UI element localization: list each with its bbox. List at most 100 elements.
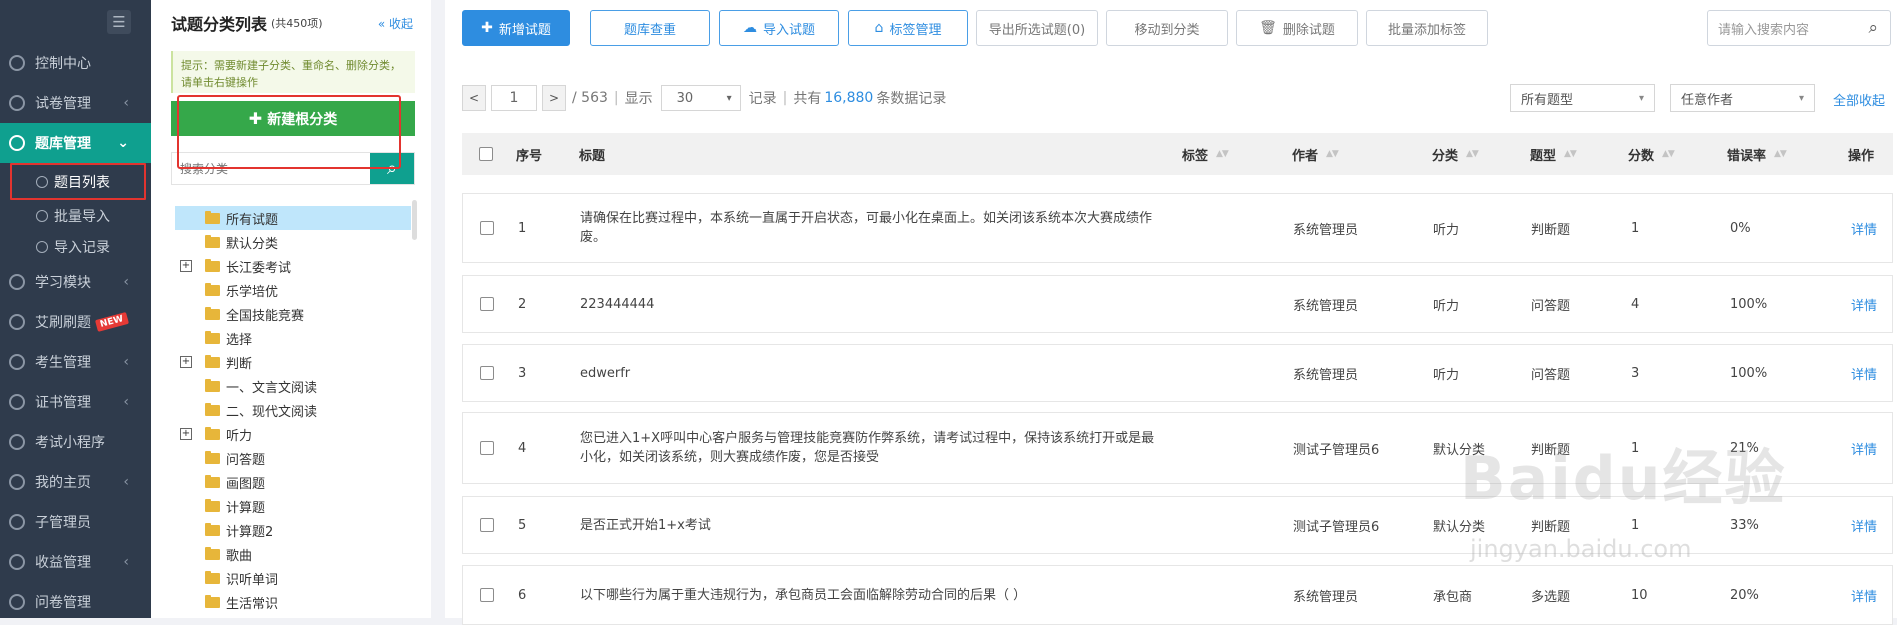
expand-icon[interactable]: + <box>180 260 192 272</box>
tree-node[interactable]: 计算题 <box>175 494 411 518</box>
col-score[interactable]: 分数 ▲▼ <box>1628 133 1675 175</box>
tree-node[interactable]: 默认分类 <box>175 230 411 254</box>
table-row[interactable]: 6 以下哪些行为属于重大违规行为，承包商员工会面临解除劳动合同的后果（ ） 系统管理… <box>462 565 1893 625</box>
expand-icon[interactable]: + <box>180 428 192 440</box>
tree-node[interactable]: 全国技能竞赛 <box>175 302 411 326</box>
col-op: 操作 <box>1848 148 1875 164</box>
tree-node[interactable]: 生活常识 <box>175 590 411 614</box>
page-input[interactable]: 1 <box>491 85 537 111</box>
row-checkbox[interactable] <box>480 518 494 532</box>
sidebar-subitem[interactable]: 批量导入 <box>0 200 151 231</box>
sidebar-subitem[interactable]: 题目列表 <box>10 163 146 200</box>
tree-node[interactable]: 选择 <box>175 326 411 350</box>
sidebar-item[interactable]: 试卷管理 ‹ <box>0 83 151 123</box>
next-page-button[interactable]: > <box>542 85 566 111</box>
collapse-all-link[interactable]: 全部收起 <box>1833 90 1885 109</box>
new-badge: NEW <box>94 312 129 332</box>
nav-icon <box>9 274 25 290</box>
subitem-icon <box>36 175 48 188</box>
row-checkbox[interactable] <box>480 221 494 235</box>
sidebar-item[interactable]: 考生管理 ‹ <box>0 342 151 382</box>
details-link[interactable]: 详情 <box>1851 194 1877 262</box>
details-link[interactable]: 详情 <box>1851 413 1877 483</box>
sidebar-item[interactable]: 证书管理 ‹ <box>0 382 151 422</box>
row-checkbox[interactable] <box>480 441 494 455</box>
col-tag[interactable]: 标签 ▲▼ <box>1182 133 1229 175</box>
nav-icon <box>9 394 25 410</box>
tree-node[interactable]: 所有试题 <box>175 206 411 230</box>
sidebar-item[interactable]: 子管理员 <box>0 502 151 542</box>
col-error-rate[interactable]: 错误率 ▲▼ <box>1727 133 1787 175</box>
nav-icon <box>9 434 25 450</box>
tree-node[interactable]: + 判断 <box>175 350 411 374</box>
sidebar-item[interactable]: 问卷管理 <box>0 582 151 622</box>
cell-no: 5 <box>518 517 527 533</box>
tree-node[interactable]: 歌曲 <box>175 542 411 566</box>
sidebar-item[interactable]: 学习模块 ‹ <box>0 262 151 302</box>
menu-icon[interactable]: ☰ <box>107 9 131 34</box>
search-icon[interactable]: ⌕ <box>1868 18 1878 38</box>
dedupe-button[interactable]: 题库查重 <box>590 10 710 46</box>
author-filter[interactable]: 任意作者 ▾ <box>1670 84 1815 112</box>
select-all-checkbox[interactable] <box>479 147 493 161</box>
row-checkbox[interactable] <box>480 366 494 380</box>
table-row[interactable]: 4 您已进入1+X呼叫中心客户服务与管理技能竞赛防作弊系统，请考试过程中，保持该系… <box>462 412 1893 484</box>
table-row[interactable]: 1 请确保在比赛过程中，本系统一直属于开启状态，可最小化在桌面上。如关闭该系统本次… <box>462 193 1893 263</box>
sidebar-item[interactable]: 控制中心 <box>0 43 151 83</box>
chevron-down-icon: ▾ <box>1798 92 1804 104</box>
details-link[interactable]: 详情 <box>1851 497 1877 553</box>
details-link[interactable]: 详情 <box>1851 566 1877 624</box>
tree-node[interactable]: 乐学培优 <box>175 278 411 302</box>
move-to-category-button[interactable]: 移动到分类 <box>1106 10 1228 46</box>
add-question-button[interactable]: ✚ 新增试题 <box>462 10 570 46</box>
question-type-filter[interactable]: 所有题型 ▾ <box>1510 84 1655 112</box>
tree-node[interactable]: 计算题2 <box>175 518 411 542</box>
collapse-panel-link[interactable]: « 收起 <box>378 15 413 32</box>
tree-node[interactable]: 画图题 <box>175 470 411 494</box>
cell-score: 1 <box>1631 220 1640 236</box>
nav-icon <box>9 474 25 490</box>
col-category[interactable]: 分类 ▲▼ <box>1432 133 1479 175</box>
table-row[interactable]: 5 是否正式开始1+x考试 测试子管理员6 默认分类 判断题 1 33% 详情 <box>462 496 1893 554</box>
cell-category: 默认分类 <box>1433 519 1486 535</box>
tree-node[interactable]: 识听单词 <box>175 566 411 590</box>
expand-icon[interactable]: + <box>180 356 192 368</box>
sidebar-item[interactable]: 我的主页 ‹ <box>0 462 151 502</box>
trash-icon: 🗑 <box>1259 20 1277 36</box>
import-questions-button[interactable]: ☁ 导入试题 <box>719 10 839 46</box>
batch-add-tags-button[interactable]: 批量添加标签 <box>1366 10 1488 46</box>
sidebar-item[interactable]: 艾刷刷题 NEW <box>0 302 151 342</box>
row-checkbox[interactable] <box>480 297 494 311</box>
tree-node[interactable]: + 长江委考试 <box>175 254 411 278</box>
page-size-select[interactable]: 30 ▾ <box>660 85 741 111</box>
tag-management-button[interactable]: ⌂ 标签管理 <box>848 10 968 46</box>
sidebar-item[interactable]: 收益管理 ‹ <box>0 542 151 582</box>
tree-scrollbar[interactable] <box>412 200 417 240</box>
tip-message: 提示：需要新建子分类、重命名、删除分类，请单击右键操作 <box>171 51 415 93</box>
delete-questions-button[interactable]: 🗑 删除试题 <box>1236 10 1358 46</box>
export-selected-button[interactable]: 导出所选试题(0) <box>976 10 1098 46</box>
sidebar-subitem[interactable]: 导入记录 <box>0 231 151 262</box>
details-link[interactable]: 详情 <box>1851 276 1877 332</box>
col-author[interactable]: 作者 ▲▼ <box>1292 133 1339 175</box>
tree-node[interactable]: 二、现代文阅读 <box>175 398 411 422</box>
sidebar-nav: 控制中心 试卷管理 ‹ 题库管理 ⌄ 题目列表 批量导入 导入记录 学习模块 ‹ 艾刷刷题 NEW 考生… <box>0 43 151 622</box>
details-link[interactable]: 详情 <box>1851 345 1877 401</box>
question-search[interactable]: 请输入搜索内容 ⌕ <box>1707 10 1891 46</box>
folder-icon <box>205 306 220 320</box>
tree-node[interactable]: 一、文言文阅读 <box>175 374 411 398</box>
tree-node[interactable]: 问答题 <box>175 446 411 470</box>
folder-icon <box>205 450 220 464</box>
cell-category: 承包商 <box>1433 589 1473 605</box>
table-row[interactable]: 2 223444444 系统管理员 听力 问答题 4 100% 详情 <box>462 275 1893 333</box>
cell-category: 听力 <box>1433 298 1460 314</box>
row-checkbox[interactable] <box>480 588 494 602</box>
cell-no: 4 <box>518 440 527 456</box>
table-row[interactable]: 3 edwerfr 系统管理员 听力 问答题 3 100% 详情 <box>462 344 1893 402</box>
tree-node[interactable]: + 听力 <box>175 422 411 446</box>
prev-page-button[interactable]: < <box>462 85 486 111</box>
col-type[interactable]: 题型 ▲▼ <box>1530 133 1577 175</box>
folder-icon <box>205 522 220 536</box>
sidebar-item[interactable]: 题库管理 ⌄ <box>0 123 151 163</box>
sidebar-item[interactable]: 考试小程序 <box>0 422 151 462</box>
